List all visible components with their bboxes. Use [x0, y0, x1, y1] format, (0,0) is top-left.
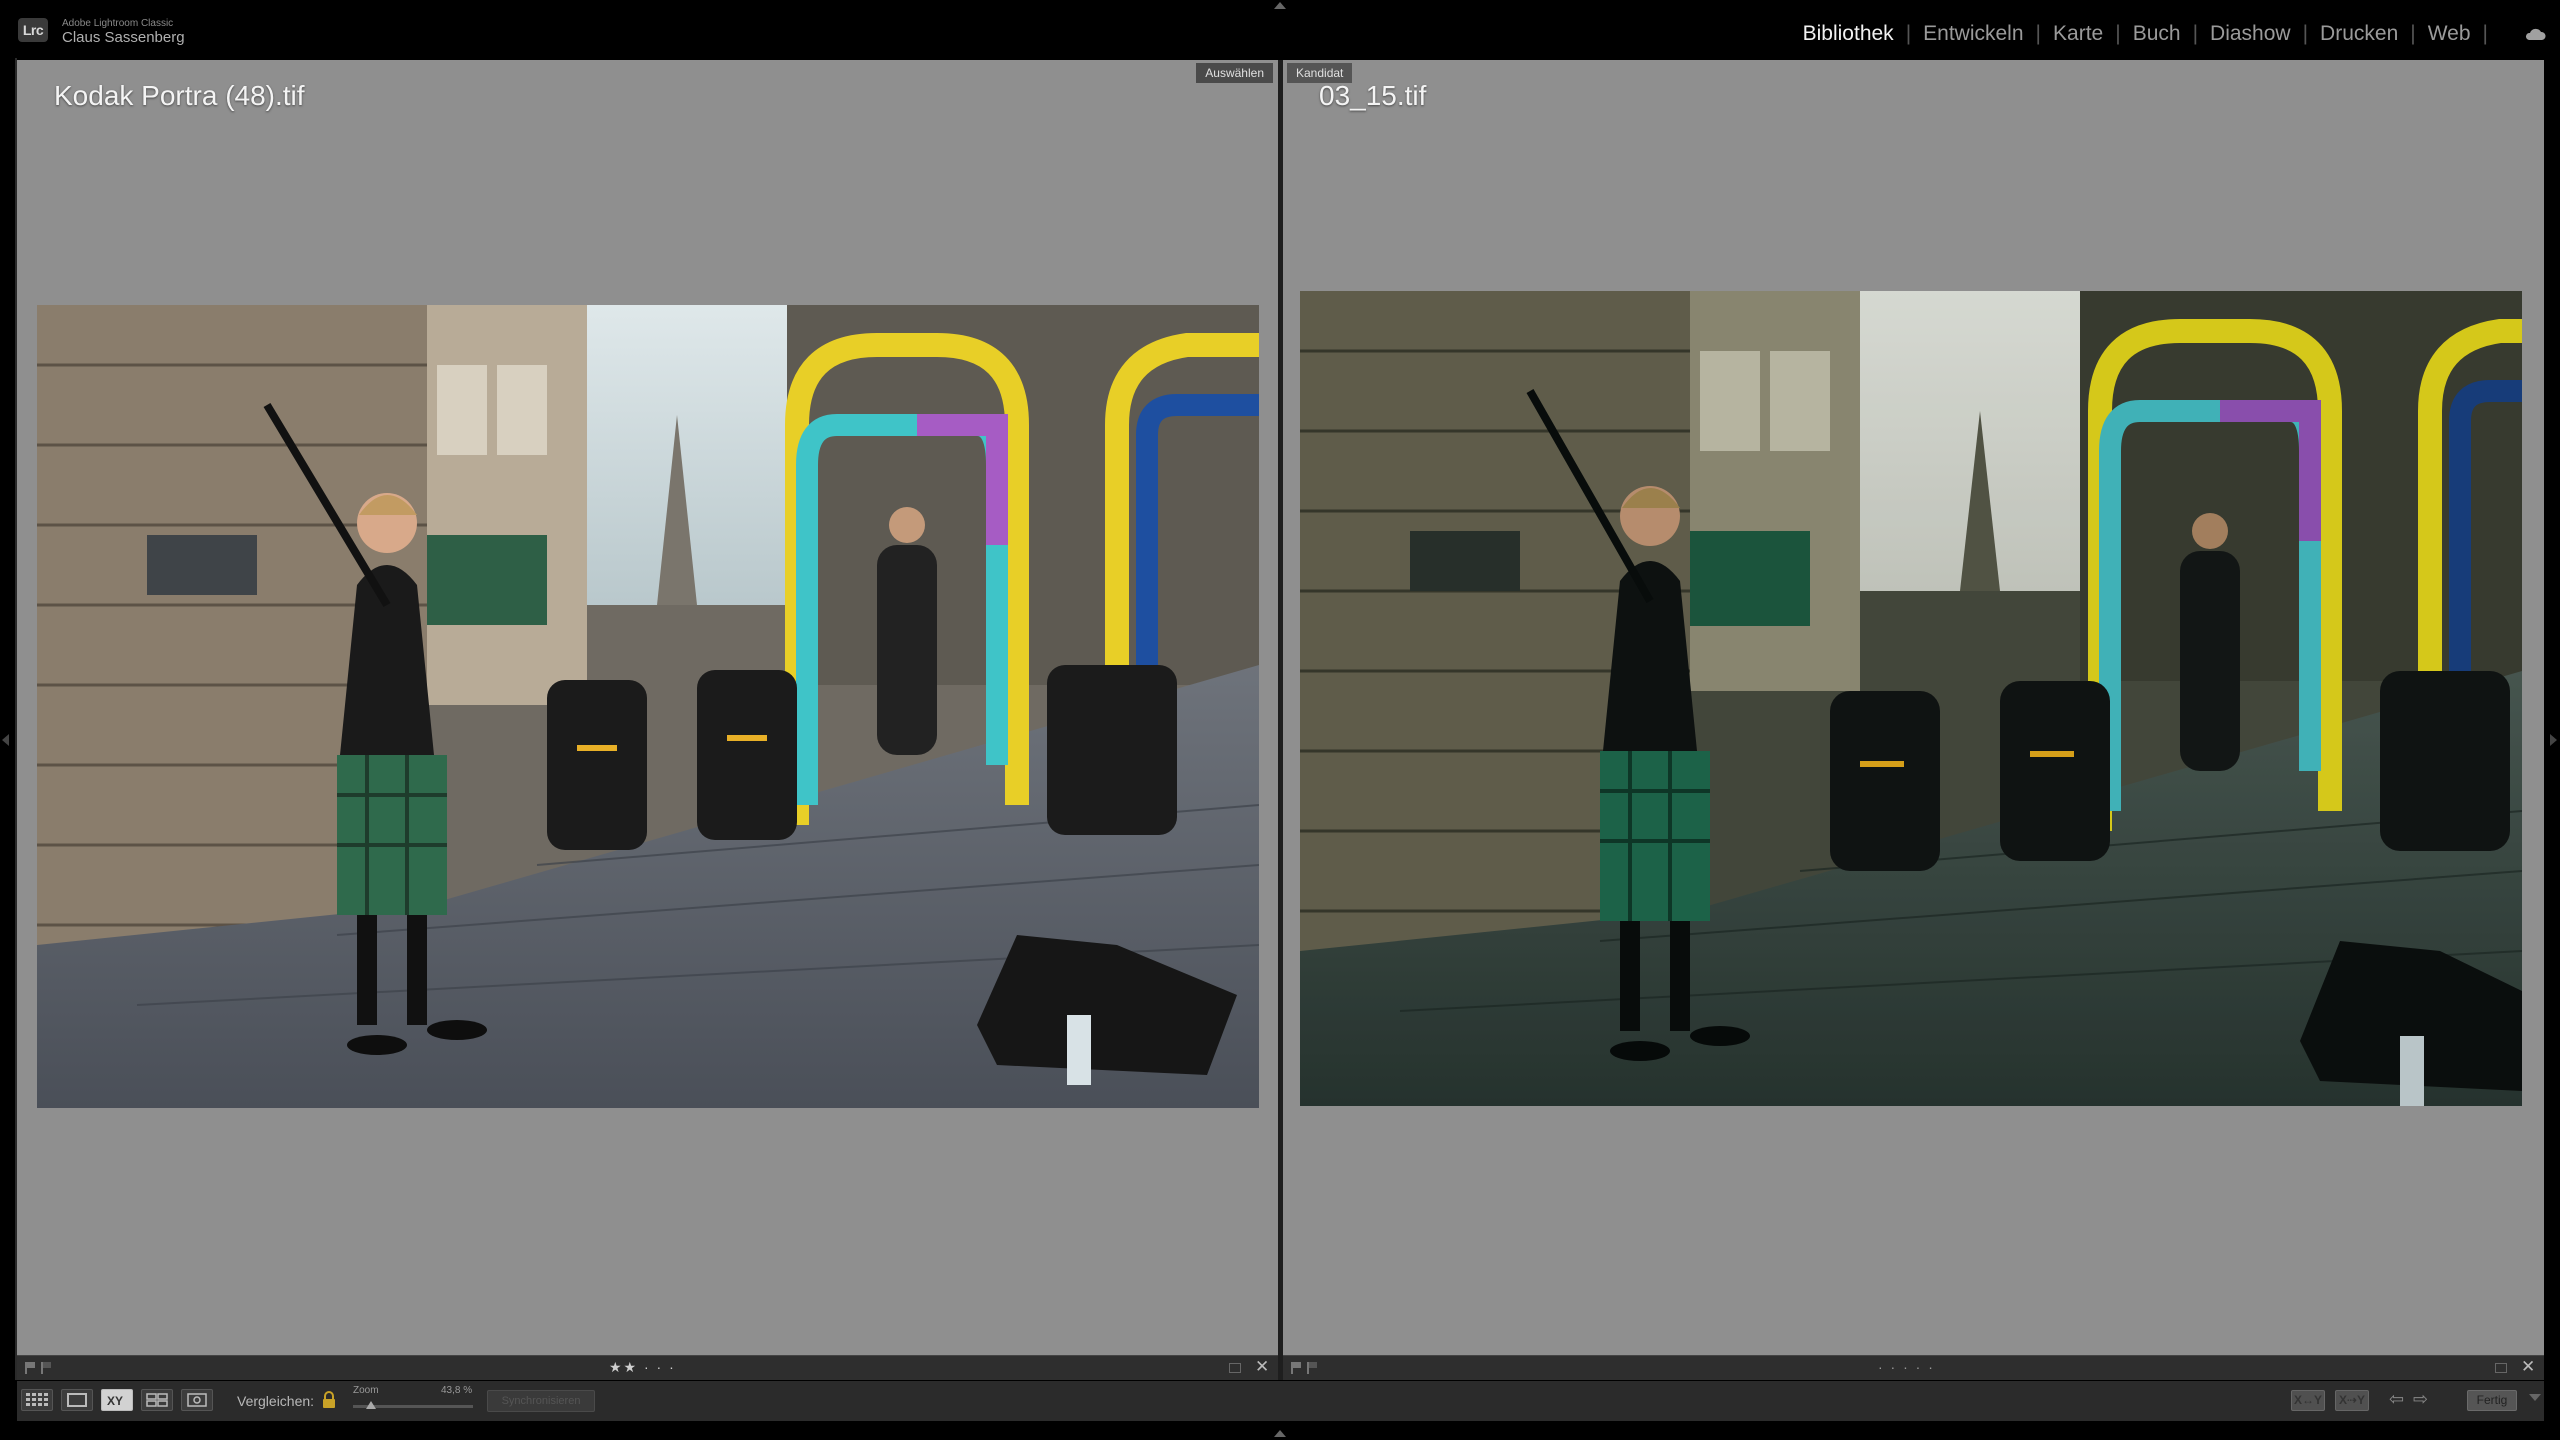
- close-icon[interactable]: ✕: [2521, 1357, 2535, 1377]
- color-label-icon[interactable]: [2495, 1363, 2507, 1373]
- done-button[interactable]: Fertig: [2467, 1390, 2517, 1411]
- compare-label: Vergleichen:: [237, 1393, 315, 1409]
- module-separator: |: [1905, 22, 1912, 45]
- close-icon[interactable]: ✕: [1255, 1357, 1269, 1377]
- select-info-strip: ★★ · · · ✕: [17, 1355, 1278, 1380]
- swap-button[interactable]: X↔Y: [2291, 1390, 2325, 1411]
- right-panel-toggle-icon[interactable]: [2550, 734, 2557, 746]
- module-separator: |: [2035, 22, 2042, 45]
- select-star-rating[interactable]: ★★ · · ·: [609, 1359, 676, 1376]
- previous-arrow-icon[interactable]: ⇦: [2389, 1389, 2404, 1410]
- module-separator: |: [2410, 22, 2416, 45]
- toolbar-menu-chevron-icon[interactable]: [2529, 1394, 2541, 1401]
- lock-icon[interactable]: [322, 1391, 336, 1409]
- candidate-pane[interactable]: 03_15.tif Kandidat: [1283, 60, 2544, 1355]
- zoom-slider-thumb[interactable]: [366, 1401, 376, 1409]
- grid-icon: [26, 1393, 48, 1406]
- module-buch[interactable]: Buch: [2133, 22, 2181, 46]
- survey-icon: [146, 1393, 168, 1407]
- module-separator: |: [2302, 22, 2309, 45]
- survey-view-button[interactable]: [141, 1389, 173, 1411]
- module-karte[interactable]: Karte: [2053, 22, 2103, 46]
- lightroom-logo: Lrc: [18, 18, 48, 42]
- module-entwickeln[interactable]: Entwickeln: [1923, 22, 2023, 46]
- compare-view-button[interactable]: XY: [101, 1389, 133, 1411]
- left-panel-toggle-icon[interactable]: [2, 734, 9, 746]
- identity-bar: Lrc Adobe Lightroom Classic Claus Sassen…: [0, 0, 2560, 58]
- module-separator: |: [2192, 22, 2199, 45]
- grid-view-button[interactable]: [21, 1389, 53, 1411]
- color-label-icon[interactable]: [1229, 1363, 1241, 1373]
- module-bibliothek[interactable]: Bibliothek: [1803, 22, 1894, 46]
- candidate-tag: Kandidat: [1287, 63, 1353, 83]
- candidate-filename: 03_15.tif: [1319, 80, 1427, 111]
- people-icon: [187, 1393, 207, 1407]
- select-pane[interactable]: Kodak Portra (48).tif Auswählen: [17, 60, 1278, 1355]
- bottom-panel-toggle-icon[interactable]: [1274, 1430, 1286, 1437]
- toolbar: XY Vergleichen: Zoom 43,8 % Synchronisie…: [17, 1381, 2544, 1421]
- reject-flag-icon[interactable]: [1307, 1362, 1317, 1374]
- select-filename: Kodak Portra (48).tif: [54, 80, 305, 111]
- sync-button[interactable]: Synchronisieren: [487, 1390, 595, 1412]
- flag-icon[interactable]: [25, 1362, 35, 1374]
- zoom-label: Zoom: [353, 1385, 379, 1396]
- module-drucken[interactable]: Drucken: [2320, 22, 2398, 46]
- candidate-info-strip: · · · · · ✕: [1283, 1355, 2544, 1380]
- flag-icon[interactable]: [1291, 1362, 1301, 1374]
- reject-flag-icon[interactable]: [41, 1362, 51, 1374]
- cloud-icon[interactable]: [2524, 27, 2546, 41]
- next-arrow-icon[interactable]: ⇨: [2413, 1389, 2428, 1410]
- module-web[interactable]: Web: [2428, 22, 2471, 46]
- loupe-icon: [67, 1393, 87, 1407]
- module-picker: Bibliothek | Entwickeln | Karte | Buch | Diashow…: [1803, 22, 2500, 46]
- module-separator: |: [2115, 22, 2121, 45]
- user-name: Claus Sassenberg: [62, 29, 185, 46]
- candidate-photo[interactable]: [1300, 291, 2522, 1106]
- candidate-star-rating[interactable]: · · · · ·: [1878, 1359, 1935, 1375]
- zoom-value: 43,8 %: [441, 1385, 473, 1396]
- make-select-button[interactable]: X⇢Y: [2335, 1390, 2369, 1411]
- top-panel-toggle-icon[interactable]: [1274, 2, 1286, 9]
- select-tag: Auswählen: [1196, 63, 1273, 83]
- module-separator: |: [2482, 22, 2488, 45]
- compare-icon: XY: [107, 1394, 123, 1407]
- loupe-view-button[interactable]: [61, 1389, 93, 1411]
- select-photo[interactable]: [37, 305, 1259, 1108]
- zoom-slider[interactable]: [353, 1401, 473, 1409]
- people-view-button[interactable]: [181, 1389, 213, 1411]
- app-name: Adobe Lightroom Classic: [62, 18, 174, 29]
- svg-text:XY: XY: [107, 1394, 123, 1407]
- module-diashow[interactable]: Diashow: [2210, 22, 2291, 46]
